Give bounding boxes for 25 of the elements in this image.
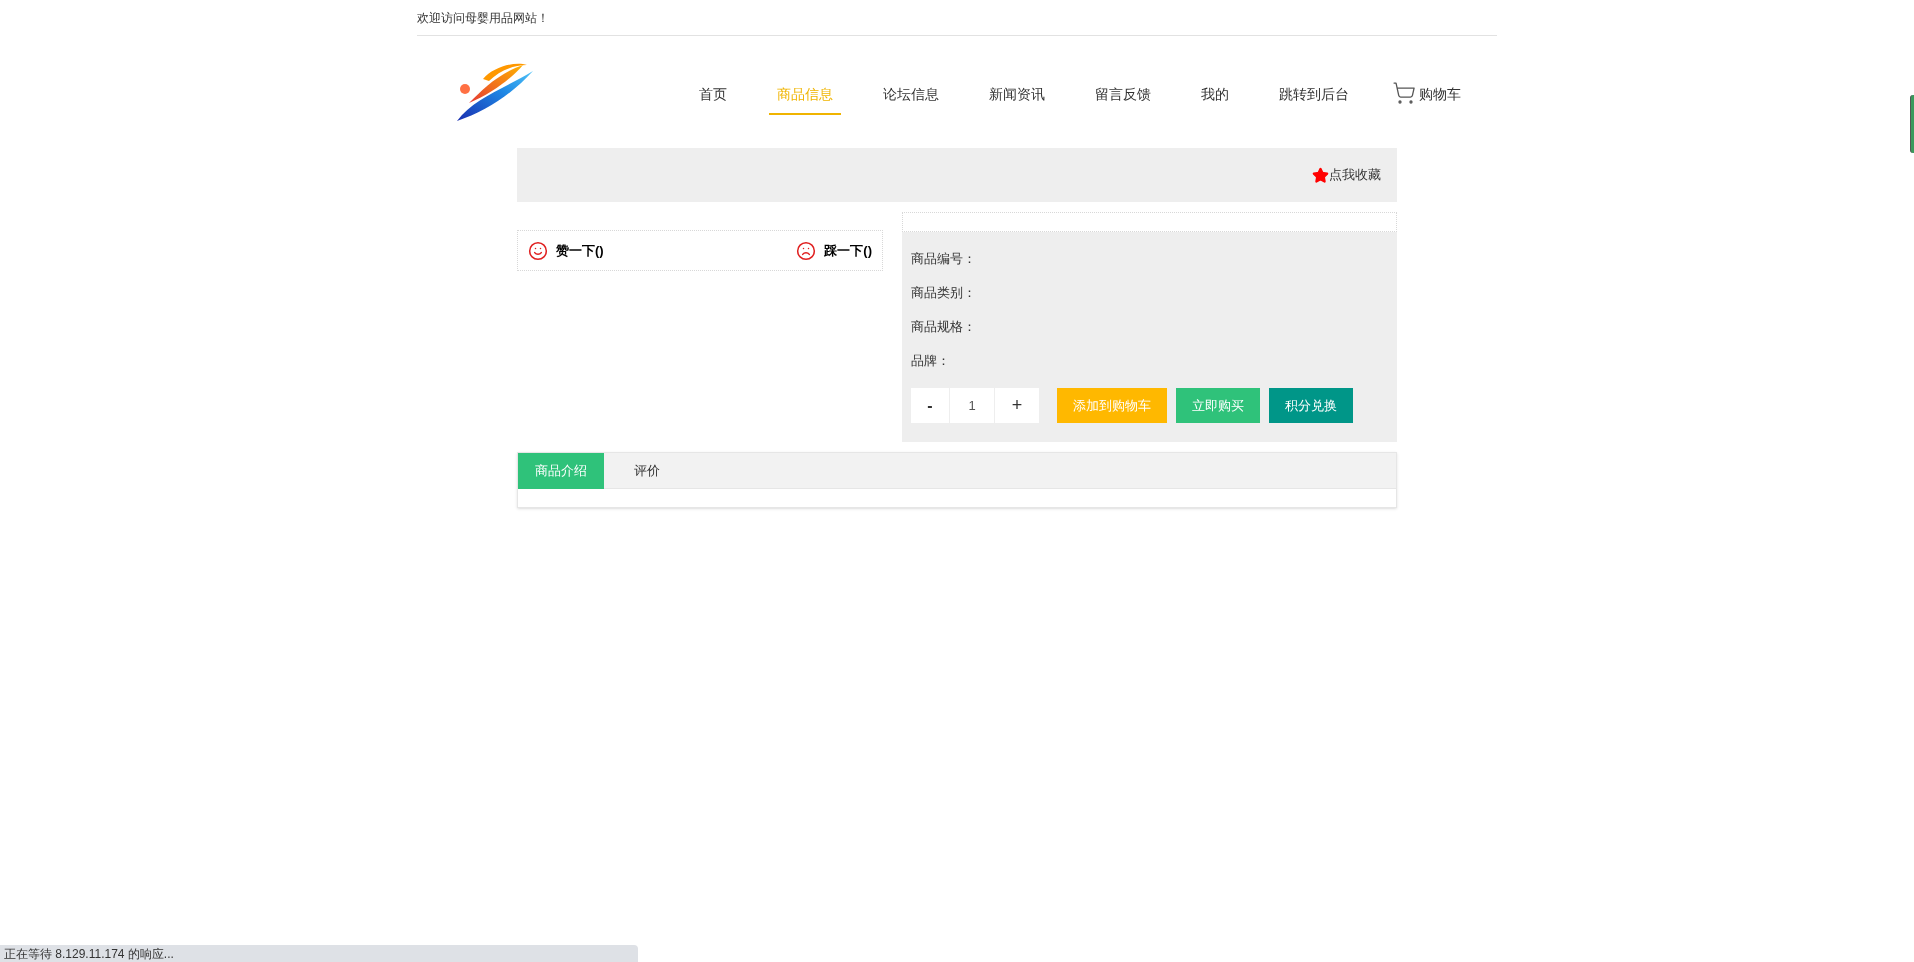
nav-link[interactable]: 新闻资讯 <box>981 75 1053 115</box>
detail-label: 商品规格： <box>911 318 977 337</box>
detail-label: 品牌： <box>911 352 951 371</box>
tab[interactable]: 评价 <box>604 453 689 489</box>
vote-link[interactable]: 踩一下() <box>796 240 872 261</box>
cart-link[interactable]: 购物车 <box>1391 81 1461 109</box>
cart-icon <box>1391 81 1417 105</box>
welcome-text: 欢迎访问母婴用品网站！ <box>417 9 549 27</box>
action-button[interactable]: 积分兑换 <box>1269 388 1353 423</box>
frown-icon <box>796 240 817 261</box>
nav-link[interactable]: 我的 <box>1193 75 1237 115</box>
plus-button[interactable]: + <box>995 388 1039 423</box>
nav-link[interactable]: 跳转到后台 <box>1271 75 1357 115</box>
quantity-field[interactable]: 1 <box>950 388 995 423</box>
detail-label: 商品类别： <box>911 284 977 303</box>
favorite-link[interactable]: 点我收藏 <box>1312 165 1381 185</box>
detail-label: 商品编号： <box>911 250 977 269</box>
nav-link[interactable]: 留言反馈 <box>1087 75 1159 115</box>
status-bar: 正在等待 8.129.11.174 的响应... <box>0 945 638 962</box>
vote-link[interactable]: 赞一下() <box>528 240 604 261</box>
nav-link[interactable]: 首页 <box>691 75 735 115</box>
star-icon <box>1312 166 1329 184</box>
nav-link[interactable]: 论坛信息 <box>875 75 947 115</box>
smile-icon <box>528 240 548 261</box>
minus-button[interactable]: - <box>911 388 950 423</box>
